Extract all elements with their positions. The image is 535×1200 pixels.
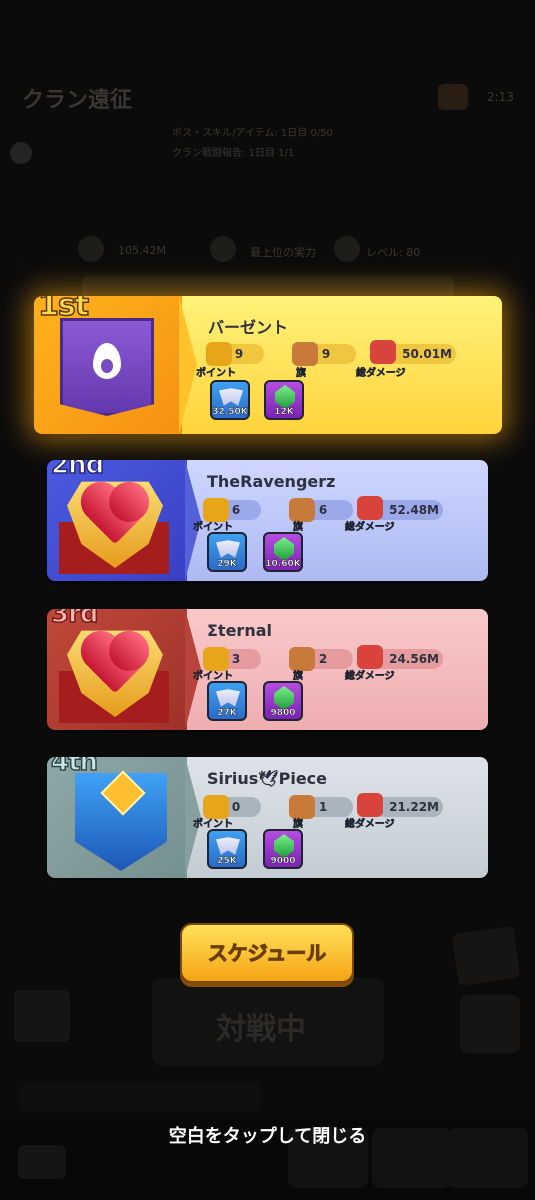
gem-reward[interactable]: 12K: [264, 380, 304, 420]
rank-card-1[interactable]: 1st バーゼント 9 ポイント 9 旗 50.01M 総ダメージ 32.50K…: [34, 296, 502, 434]
wings-reward-count: 27K: [217, 708, 237, 718]
background-subline-2: クラン戦闘報告: 1日目 1/1: [172, 148, 295, 159]
wings-reward-count: 29K: [217, 559, 237, 569]
sword-icon: [370, 340, 396, 364]
points-label: ポイント: [196, 368, 237, 380]
wings-icon: [216, 837, 240, 855]
clan-name: バーゼント: [208, 318, 289, 337]
background-card-right-2: [460, 995, 520, 1053]
damage-label: 総ダメージ: [345, 671, 395, 683]
points-label: ポイント: [193, 522, 234, 534]
gem-icon: [275, 385, 295, 409]
damage-label: 総ダメージ: [356, 368, 406, 380]
wings-reward-count: 25K: [217, 856, 237, 866]
wings-icon: [216, 540, 240, 558]
damage-value: 24.56M: [373, 649, 443, 669]
crown-icon: [206, 342, 232, 366]
tap-to-close-hint[interactable]: 空白をタップして閉じる: [0, 1122, 535, 1148]
rank-position: 3rd: [50, 609, 99, 630]
flags-label: 旗: [293, 819, 304, 831]
background-stat-strength: 最上位の実力: [250, 246, 316, 259]
gem-reward[interactable]: 10.60K: [263, 532, 303, 572]
clan-name: Sirius🕊Piece: [207, 769, 328, 788]
clan-name: TheRavengerz: [207, 472, 336, 491]
rank-card-3[interactable]: 3rd Σternal 3 ポイント 2 旗 24.56M 総ダメージ 27K …: [47, 609, 488, 730]
damage-value: 21.22M: [373, 797, 443, 817]
gem-reward-count: 12K: [274, 407, 294, 417]
gem-reward[interactable]: 9000: [263, 829, 303, 869]
gem-icon: [274, 834, 294, 858]
sword-icon: [357, 496, 383, 520]
background-screen: クラン遠征 2:13 ボス・スキル/アイテム: 1日目 0/50 クラン戦闘報告…: [0, 0, 535, 1200]
background-fight-label: 対戦中: [216, 1012, 306, 1047]
schedule-button[interactable]: スケジュール: [180, 923, 354, 983]
points-label: ポイント: [193, 819, 234, 831]
damage-label: 総ダメージ: [345, 522, 395, 534]
wings-reward[interactable]: 32.50K: [210, 380, 250, 420]
gem-reward-count: 9800: [270, 708, 296, 718]
wings-reward[interactable]: 29K: [207, 532, 247, 572]
clan-name: Σternal: [207, 621, 272, 640]
fire-icon: [438, 84, 468, 110]
rank-card-2[interactable]: 2nd TheRavengerz 6 ポイント 6 旗 52.48M 総ダメージ…: [47, 460, 488, 581]
gem-reward-count: 10.60K: [265, 559, 301, 569]
gem-reward[interactable]: 9800: [263, 681, 303, 721]
sword-icon: [357, 793, 383, 817]
flag-icon: [292, 342, 318, 366]
gem-icon: [274, 537, 294, 561]
rank-position: 2nd: [50, 460, 105, 481]
back-arrow-icon: [18, 1145, 66, 1179]
gem-icon: [274, 686, 294, 710]
gem-reward-count: 9000: [270, 856, 296, 866]
info-icon: [10, 142, 32, 164]
background-timer: 2:13: [487, 90, 514, 104]
strength-icon: [210, 236, 236, 262]
flags-label: 旗: [293, 522, 304, 534]
wings-reward-count: 32.50K: [212, 407, 248, 417]
background-title: クラン遠征: [22, 88, 133, 113]
level-icon: [334, 236, 360, 262]
background-fight-button: 対戦中: [152, 978, 384, 1066]
damage-label: 総ダメージ: [345, 819, 395, 831]
flags-label: 旗: [293, 671, 304, 683]
background-subline-1: ボス・スキル/アイテム: 1日目 0/50: [172, 128, 333, 139]
background-card-right: [451, 925, 521, 987]
power-icon: [78, 236, 104, 262]
background-card-left: [14, 990, 70, 1042]
background-stat-power: 105.42M: [118, 244, 166, 257]
sword-icon: [357, 645, 383, 669]
damage-value: 52.48M: [373, 500, 443, 520]
wings-reward[interactable]: 25K: [207, 829, 247, 869]
flags-label: 旗: [296, 368, 307, 380]
background-search: [20, 1084, 260, 1112]
wings-icon: [216, 689, 240, 707]
wings-reward[interactable]: 27K: [207, 681, 247, 721]
points-label: ポイント: [193, 671, 234, 683]
flame-banner-icon: [60, 318, 154, 416]
wings-icon: [219, 388, 243, 406]
rank-card-4[interactable]: 4th Sirius🕊Piece 0 ポイント 1 旗 21.22M 総ダメージ…: [47, 757, 488, 878]
background-stat-level: レベル: 80: [366, 246, 421, 259]
